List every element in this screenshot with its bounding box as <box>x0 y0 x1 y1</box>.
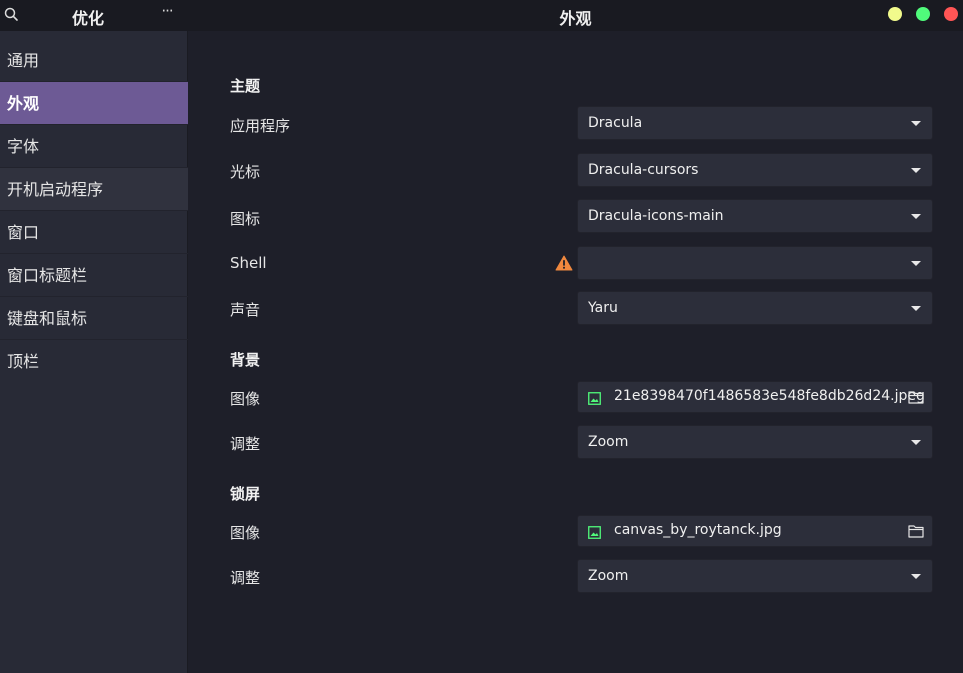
chevron-down-icon <box>911 574 921 579</box>
lockscreen-image-chooser[interactable]: canvas_by_roytanck.jpg <box>577 515 933 547</box>
image-icon <box>588 391 601 405</box>
sidebar-item-fonts[interactable]: 字体 <box>0 125 188 168</box>
icon-theme-dropdown[interactable]: Dracula-icons-main <box>577 199 933 233</box>
background-image-filename: 21e8398470f1486583e548fe8db26d24.jpeg <box>614 388 925 404</box>
sidebar-item-window-titlebars[interactable]: 窗口标题栏 <box>0 254 188 297</box>
lockscreen-image-label: 图像 <box>230 524 261 542</box>
header-bar: 优化 ··· 外观 <box>0 0 963 31</box>
icon-theme-value: Dracula-icons-main <box>588 208 724 224</box>
sidebar-item-general[interactable]: 通用 <box>0 39 188 82</box>
chevron-down-icon <box>911 214 921 219</box>
more-options-button[interactable]: ··· <box>157 2 177 24</box>
shell-theme-dropdown[interactable] <box>577 246 933 280</box>
chevron-down-icon <box>911 121 921 126</box>
warning-icon <box>555 255 573 271</box>
application-theme-value: Dracula <box>588 115 643 131</box>
sidebar-item-appearance[interactable]: 外观 <box>0 82 188 125</box>
lockscreen-adjust-label: 调整 <box>230 569 261 587</box>
chevron-down-icon <box>911 261 921 266</box>
background-section-title: 背景 <box>230 351 261 369</box>
shell-theme-label: Shell <box>230 254 267 272</box>
sound-theme-label: 声音 <box>230 301 261 319</box>
application-theme-label: 应用程序 <box>230 117 291 135</box>
folder-icon <box>908 390 924 404</box>
lockscreen-adjust-value: Zoom <box>588 568 629 584</box>
chevron-down-icon <box>911 168 921 173</box>
page-title: 外观 <box>559 9 592 28</box>
background-image-label: 图像 <box>230 390 261 408</box>
background-image-chooser[interactable]: 21e8398470f1486583e548fe8db26d24.jpeg <box>577 381 933 413</box>
cursor-theme-dropdown[interactable]: Dracula-cursors <box>577 153 933 187</box>
icon-theme-label: 图标 <box>230 210 261 228</box>
sidebar: 通用 外观 字体 开机启动程序 窗口 窗口标题栏 键盘和鼠标 顶栏 <box>0 31 188 673</box>
image-icon <box>588 525 601 539</box>
cursor-theme-value: Dracula-cursors <box>588 162 699 178</box>
lockscreen-adjust-dropdown[interactable]: Zoom <box>577 559 933 593</box>
sound-theme-value: Yaru <box>588 300 618 316</box>
maximize-button[interactable] <box>916 7 930 21</box>
sidebar-item-keyboard-mouse[interactable]: 键盘和鼠标 <box>0 297 188 340</box>
sidebar-item-startup-apps[interactable]: 开机启动程序 <box>0 168 188 211</box>
cursor-theme-label: 光标 <box>230 163 261 181</box>
sound-theme-dropdown[interactable]: Yaru <box>577 291 933 325</box>
sidebar-item-top-bar[interactable]: 顶栏 <box>0 340 188 383</box>
themes-section-title: 主题 <box>230 77 261 95</box>
minimize-button[interactable] <box>888 7 902 21</box>
chevron-down-icon <box>911 440 921 445</box>
appearance-panel: 主题 应用程序 Dracula 光标 Dracula-cursors 图标 Dr… <box>189 31 963 673</box>
background-adjust-dropdown[interactable]: Zoom <box>577 425 933 459</box>
lockscreen-section-title: 锁屏 <box>230 485 261 503</box>
sidebar-title: 优化 <box>71 9 104 28</box>
close-button[interactable] <box>944 7 958 21</box>
background-adjust-label: 调整 <box>230 435 261 453</box>
tweaks-window: 优化 ··· 外观 通用 外观 字体 开机启动程序 窗口 窗口标题栏 键盘和鼠标… <box>0 0 963 673</box>
application-theme-dropdown[interactable]: Dracula <box>577 106 933 140</box>
chevron-down-icon <box>911 306 921 311</box>
folder-icon <box>908 524 924 538</box>
sidebar-header: 优化 ··· <box>0 0 188 31</box>
background-adjust-value: Zoom <box>588 434 629 450</box>
lockscreen-image-filename: canvas_by_roytanck.jpg <box>614 522 782 538</box>
sidebar-item-windows[interactable]: 窗口 <box>0 211 188 254</box>
